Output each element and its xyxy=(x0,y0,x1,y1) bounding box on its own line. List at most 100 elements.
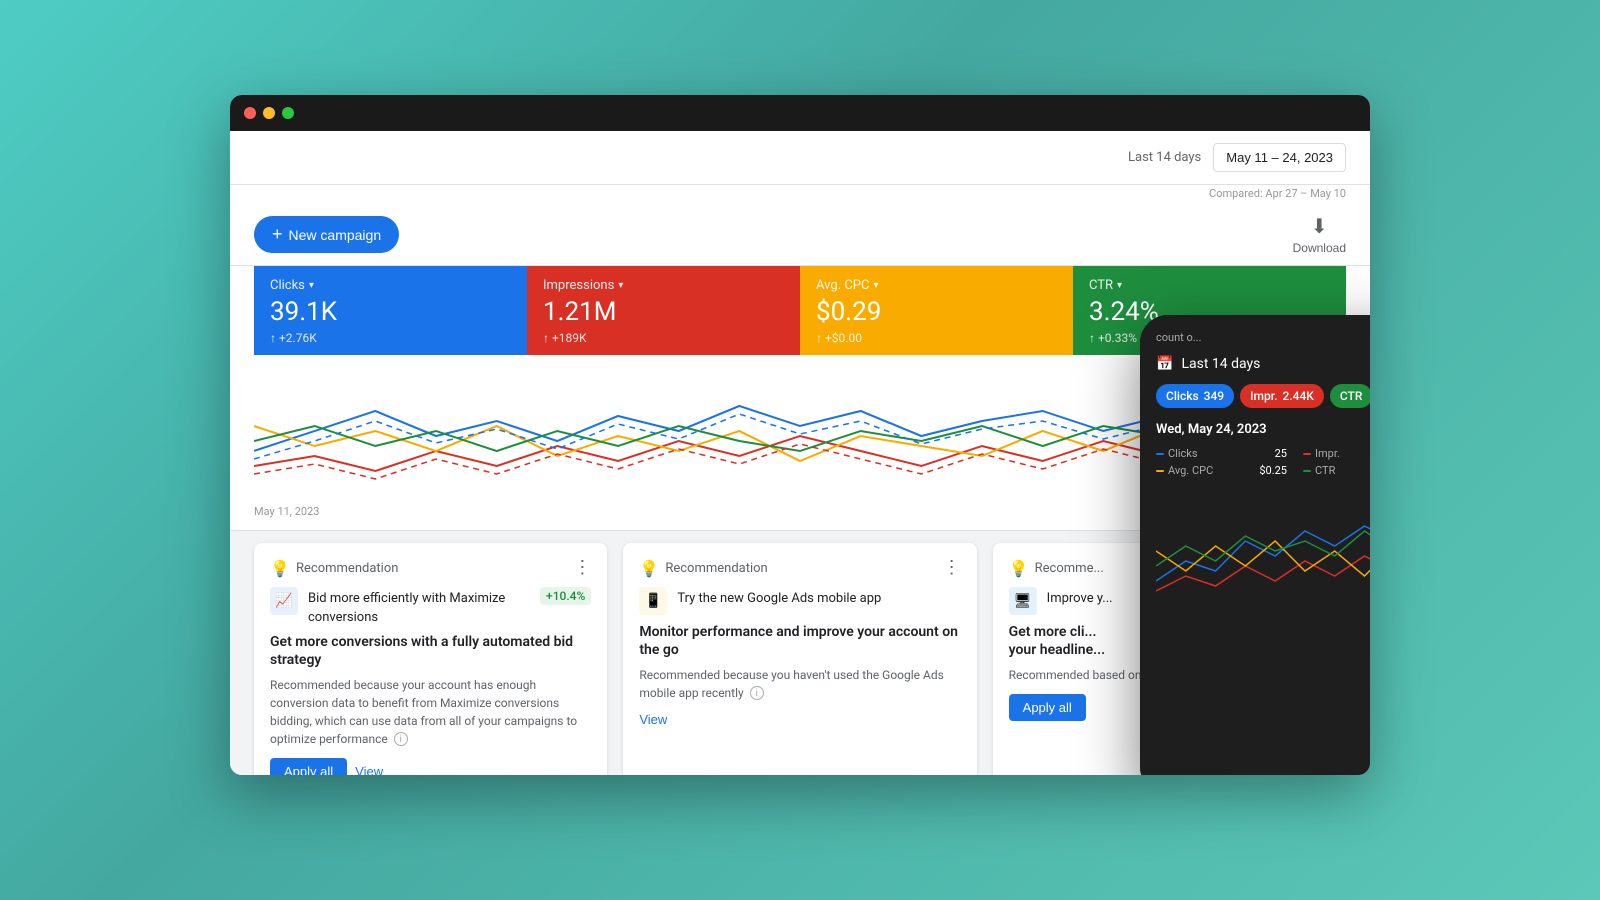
rec-body-1: 📱 Try the new Google Ads mobile app xyxy=(639,587,960,615)
rec-actions-0: Apply all View xyxy=(270,758,591,775)
chevron-down-icon: ▾ xyxy=(618,280,623,291)
phone-metric-clicks[interactable]: Clicks 349 xyxy=(1156,384,1234,408)
arrow-up-icon: ↑ xyxy=(543,331,549,345)
metric-change-impressions: ↑ +189K xyxy=(543,331,784,345)
rec-desc-0: Recommended because your account has eno… xyxy=(270,676,591,748)
phone-stat-label-impr: Impr. xyxy=(1303,447,1340,460)
rec-badge-0: +10.4% xyxy=(540,587,591,605)
phone-date-row: 📅 Last 14 days xyxy=(1156,356,1370,372)
phone-ctr-label: CTR xyxy=(1340,389,1363,403)
phone-stat-clicks: Clicks 25 xyxy=(1156,447,1287,460)
phone-clicks-label: Clicks xyxy=(1166,389,1199,403)
lightbulb-icon: 💡 xyxy=(639,559,657,577)
rec-body-0: 📈 Bid more efficiently with Maximize con… xyxy=(270,587,591,625)
apply-all-button-2[interactable]: Apply all xyxy=(1009,694,1086,721)
phone-date-label: Wed, May 24, 2023 xyxy=(1156,422,1370,437)
phone-stat-ctr: CTR 14.37% xyxy=(1303,464,1370,477)
new-campaign-label: New campaign xyxy=(289,227,382,243)
more-options-button-1[interactable]: ⋮ xyxy=(943,559,961,577)
rec-body-icon-0: 📈 xyxy=(270,587,298,615)
metric-card-clicks[interactable]: Clicks ▾ 39.1K ↑ +2.76K xyxy=(254,266,527,355)
new-campaign-button[interactable]: + New campaign xyxy=(254,216,399,253)
metric-card-impressions[interactable]: Impressions ▾ 1.21M ↑ +189K xyxy=(527,266,800,355)
phone-stat-impr: Impr. 174 xyxy=(1303,447,1370,460)
phone-stat-label-ctr: CTR xyxy=(1303,464,1335,477)
phone-metric-impr[interactable]: Impr. 2.44K xyxy=(1240,384,1324,408)
phone-screen: count o... 📅 Last 14 days Clicks 349 Imp… xyxy=(1140,315,1370,775)
more-options-button-0[interactable]: ⋮ xyxy=(573,559,591,577)
rec-subtitle-0: Bid more efficiently with Maximize conve… xyxy=(308,587,530,625)
rec-label-1: Recommendation xyxy=(665,561,767,576)
header-bar: Last 14 days May 11 – 24, 2023 xyxy=(230,131,1370,185)
metric-label-clicks: Clicks ▾ xyxy=(270,278,511,293)
rec-card-1: 💡 Recommendation ⋮ 📱 Try the new Google … xyxy=(623,543,976,775)
phone-stat-cpc: Avg. CPC $0.25 xyxy=(1156,464,1287,477)
compared-text: Compared: Apr 27 – May 10 xyxy=(230,185,1370,204)
rec-body-icon-1: 📱 xyxy=(639,587,667,615)
rec-body-icon-2: 🖥 xyxy=(1009,587,1037,615)
metric-change-cpc: ↑ +$0.00 xyxy=(816,331,1057,345)
cpc-dot xyxy=(1156,470,1164,472)
download-label: Download xyxy=(1293,241,1346,255)
chevron-down-icon: ▾ xyxy=(1117,280,1122,291)
phone-stat-label-clicks: Clicks xyxy=(1156,447,1198,460)
rec-title-1: Monitor performance and improve your acc… xyxy=(639,623,960,659)
view-button-0[interactable]: View xyxy=(355,764,383,775)
close-dot[interactable] xyxy=(244,107,256,119)
metric-label-impressions: Impressions ▾ xyxy=(543,278,784,293)
phone-chart xyxy=(1156,491,1370,611)
phone-date-range-label: Last 14 days xyxy=(1181,356,1260,372)
rec-title-row-0: 💡 Recommendation xyxy=(270,559,398,577)
arrow-up-icon: ↑ xyxy=(270,331,276,345)
lightbulb-icon: 💡 xyxy=(270,559,288,577)
phone-metric-ctr[interactable]: CTR xyxy=(1330,384,1370,408)
phone-stat-label-cpc: Avg. CPC xyxy=(1156,464,1213,477)
rec-title-row-1: 💡 Recommendation xyxy=(639,559,767,577)
date-label: Last 14 days xyxy=(1128,150,1201,165)
phone-overlay: count o... 📅 Last 14 days Clicks 349 Imp… xyxy=(1140,315,1370,775)
info-icon-0: i xyxy=(394,732,408,746)
ctr-dot xyxy=(1303,470,1311,472)
clicks-dot xyxy=(1156,453,1164,455)
metric-value-cpc: $0.29 xyxy=(816,297,1057,328)
metric-card-cpc[interactable]: Avg. CPC ▾ $0.29 ↑ +$0.00 xyxy=(800,266,1073,355)
arrow-up-icon: ↑ xyxy=(816,331,822,345)
rec-subtitle-2: Improve y... xyxy=(1047,587,1113,606)
chevron-down-icon: ▾ xyxy=(309,280,314,291)
phone-stat-value-clicks: 25 xyxy=(1275,447,1287,460)
metric-change-clicks: ↑ +2.76K xyxy=(270,331,511,345)
metric-value-impressions: 1.21M xyxy=(543,297,784,328)
browser-titlebar xyxy=(230,95,1370,131)
arrow-up-icon: ↑ xyxy=(1089,331,1095,345)
rec-header-0: 💡 Recommendation ⋮ xyxy=(270,559,591,577)
phone-stat-value-cpc: $0.25 xyxy=(1259,464,1287,477)
phone-metrics-row: Clicks 349 Impr. 2.44K CTR xyxy=(1156,384,1370,408)
phone-impr-value: 2.44K xyxy=(1282,389,1313,403)
rec-desc-1: Recommended because you haven't used the… xyxy=(639,666,960,702)
calendar-icon: 📅 xyxy=(1156,356,1173,372)
rec-title-0: Get more conversions with a fully automa… xyxy=(270,633,591,669)
rec-label-2: Recomme... xyxy=(1035,561,1104,576)
info-icon-1: i xyxy=(750,686,764,700)
minimize-dot[interactable] xyxy=(263,107,275,119)
metric-label-ctr: CTR ▾ xyxy=(1089,278,1330,293)
view-button-1[interactable]: View xyxy=(639,712,667,727)
metric-label-cpc: Avg. CPC ▾ xyxy=(816,278,1057,293)
phone-clicks-value: 349 xyxy=(1204,389,1224,403)
rec-card-0: 💡 Recommendation ⋮ 📈 Bid more efficientl… xyxy=(254,543,607,775)
impr-dot xyxy=(1303,453,1311,455)
phone-impr-label: Impr. xyxy=(1250,389,1277,403)
date-range-button[interactable]: May 11 – 24, 2023 xyxy=(1213,143,1346,172)
plus-icon: + xyxy=(272,224,283,245)
rec-subtitle-1: Try the new Google Ads mobile app xyxy=(677,587,881,606)
download-button[interactable]: ⬇ Download xyxy=(1293,214,1346,255)
rec-actions-1: View xyxy=(639,712,960,727)
maximize-dot[interactable] xyxy=(282,107,294,119)
rec-title-row-2: 💡 Recomme... xyxy=(1009,559,1104,577)
apply-all-button-0[interactable]: Apply all xyxy=(270,758,347,775)
rec-label-0: Recommendation xyxy=(296,561,398,576)
phone-stats-grid: Clicks 25 Impr. 174 Avg. CPC xyxy=(1156,447,1370,477)
browser-window: Last 14 days May 11 – 24, 2023 Compared:… xyxy=(230,95,1370,775)
metric-value-clicks: 39.1K xyxy=(270,297,511,328)
rec-header-1: 💡 Recommendation ⋮ xyxy=(639,559,960,577)
